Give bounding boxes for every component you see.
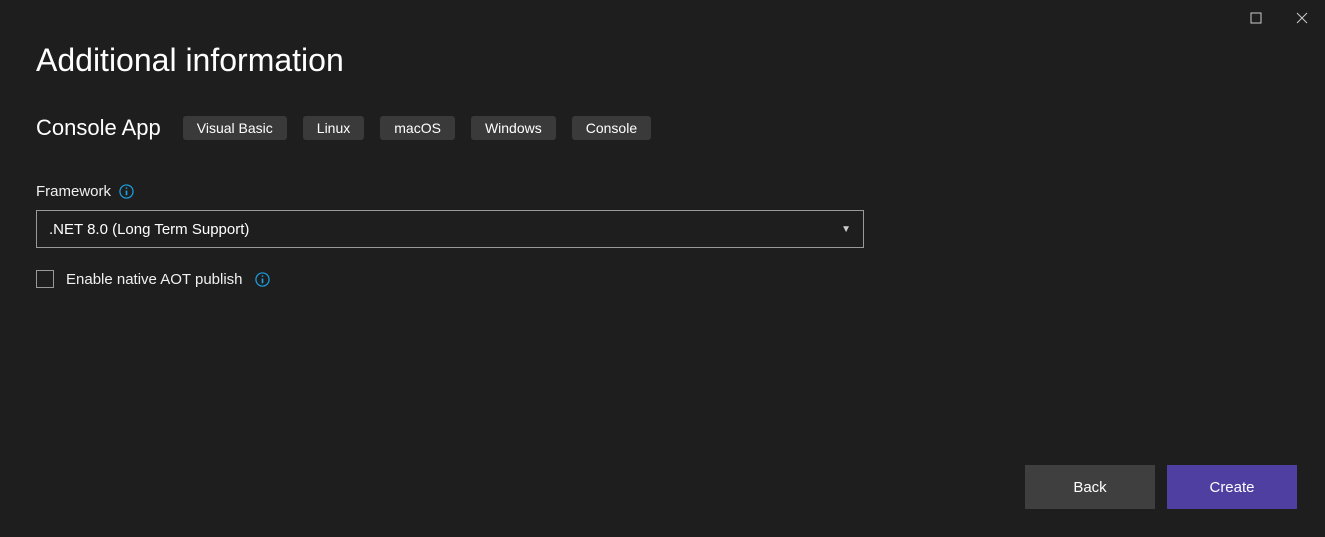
titlebar <box>1233 0 1325 36</box>
aot-label: Enable native AOT publish <box>66 271 243 288</box>
project-tags: Visual Basic Linux macOS Windows Console <box>183 116 651 140</box>
tag-windows: Windows <box>471 116 556 140</box>
tag-linux: Linux <box>303 116 364 140</box>
tag-visual-basic: Visual Basic <box>183 116 287 140</box>
content-area: Additional information Console App Visua… <box>0 0 1325 288</box>
page-title: Additional information <box>36 42 1289 79</box>
close-icon <box>1296 12 1308 24</box>
tag-console: Console <box>572 116 651 140</box>
close-button[interactable] <box>1279 0 1325 36</box>
aot-row: Enable native AOT publish <box>36 270 1289 288</box>
aot-checkbox[interactable] <box>36 270 54 288</box>
maximize-button[interactable] <box>1233 0 1279 36</box>
project-name: Console App <box>36 115 161 141</box>
tag-macos: macOS <box>380 116 455 140</box>
framework-selected: .NET 8.0 (Long Term Support) <box>49 221 249 238</box>
project-row: Console App Visual Basic Linux macOS Win… <box>36 115 1289 141</box>
chevron-down-icon: ▼ <box>841 224 851 235</box>
back-button[interactable]: Back <box>1025 465 1155 509</box>
framework-label: Framework <box>36 183 111 200</box>
maximize-icon <box>1250 12 1262 24</box>
framework-dropdown[interactable]: .NET 8.0 (Long Term Support) ▼ <box>36 210 864 248</box>
footer: Back Create <box>1025 465 1297 509</box>
info-icon[interactable] <box>119 184 134 199</box>
info-icon[interactable] <box>255 272 270 287</box>
create-button[interactable]: Create <box>1167 465 1297 509</box>
framework-label-row: Framework <box>36 183 1289 200</box>
